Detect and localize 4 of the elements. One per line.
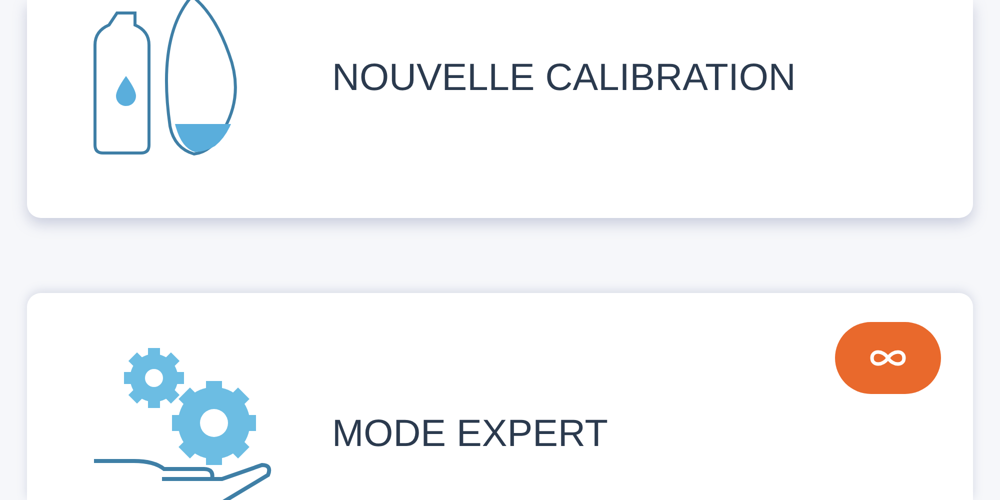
card-title: NOUVELLE CALIBRATION xyxy=(332,56,796,100)
card-background[interactable]: MODE EXPERT xyxy=(27,293,973,500)
card-background[interactable]: NOUVELLE CALIBRATION xyxy=(27,0,973,218)
card-title: MODE EXPERT xyxy=(332,413,608,456)
